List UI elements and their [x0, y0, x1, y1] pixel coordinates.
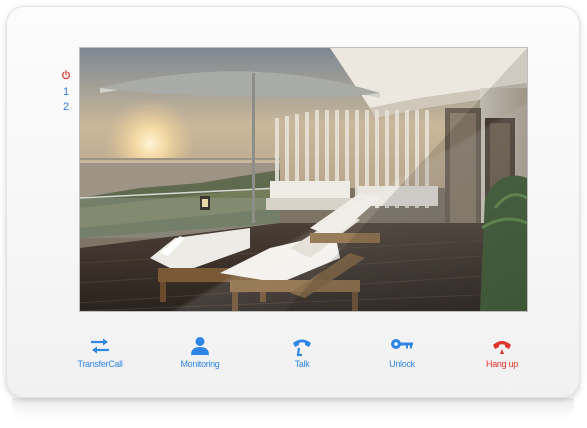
status-indicators: 1 2 — [59, 70, 73, 115]
person-icon — [191, 337, 209, 355]
hang-up-phone-icon — [493, 341, 511, 354]
monitoring-button[interactable]: Monitoring — [160, 335, 240, 381]
talk-button[interactable]: Talk — [262, 335, 342, 381]
power-icon — [62, 70, 70, 80]
unlock-button[interactable]: Unlock — [362, 335, 442, 381]
camera-screen — [80, 48, 527, 311]
line-indicator-1: 1 — [62, 86, 70, 98]
hang-up-button[interactable]: Hang up — [462, 335, 542, 381]
monitoring-label: Monitoring — [180, 359, 220, 369]
talk-label: Talk — [294, 359, 310, 369]
device-reflection — [12, 398, 574, 420]
key-icon — [391, 339, 413, 349]
transfer-arrows-icon — [91, 338, 109, 354]
control-button-bar: TransferCall Monitoring Talk Unlock Hang… — [60, 335, 540, 385]
transfer-call-label: TransferCall — [77, 359, 123, 369]
hang-up-label: Hang up — [486, 359, 518, 369]
line-indicator-2: 2 — [62, 101, 70, 113]
balcony-camera-view — [80, 48, 527, 311]
phone-icon — [293, 339, 311, 357]
unlock-label: Unlock — [389, 359, 415, 369]
transfer-call-button[interactable]: TransferCall — [60, 335, 140, 381]
power-indicator — [59, 70, 73, 85]
